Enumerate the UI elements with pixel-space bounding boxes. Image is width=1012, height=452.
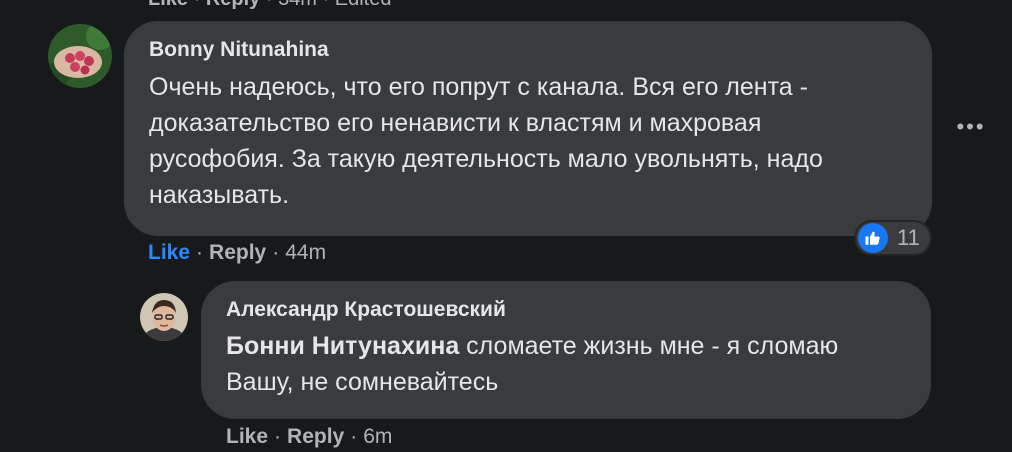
comment-thread: Like · Reply · 34m · Edited Bonny Nituna…: [0, 0, 1012, 452]
thumbs-up-icon: [858, 223, 888, 253]
reaction-count: 11: [897, 225, 920, 250]
edited-label: Edited: [335, 0, 392, 10]
previous-timestamp[interactable]: 34m: [278, 0, 317, 10]
avatar[interactable]: [48, 24, 112, 88]
avatar-image: [48, 24, 112, 88]
comment-actions: Like · Reply · 6m: [226, 425, 393, 448]
previous-comment-actions: Like · Reply · 34m · Edited: [148, 0, 391, 11]
more-options-icon[interactable]: •••: [954, 114, 988, 140]
comment-timestamp[interactable]: 44m: [285, 241, 326, 264]
reply-link[interactable]: Reply: [209, 241, 266, 264]
like-link[interactable]: Like: [148, 241, 190, 264]
reactions-summary[interactable]: 11: [854, 220, 932, 256]
comment-bubble: Александр Крастошевский Бонни Нитунахина…: [201, 281, 931, 419]
comment-timestamp[interactable]: 6m: [363, 425, 392, 448]
avatar[interactable]: [140, 293, 188, 341]
comment-actions: Like · Reply · 44m: [148, 241, 327, 264]
comment-text: Очень надеюсь, что его попрут с канала. …: [149, 73, 823, 209]
mention-link[interactable]: Бонни Нитунахина: [226, 332, 459, 360]
reply-link[interactable]: Reply: [287, 425, 344, 448]
previous-like-link[interactable]: Like: [148, 0, 188, 10]
comment-bubble: Bonny Nitunahina Очень надеюсь, что его …: [124, 21, 932, 236]
like-link[interactable]: Like: [226, 425, 268, 448]
comment-text: Бонни Нитунахина сломаете жизнь мне - я …: [226, 328, 911, 400]
comment-author[interactable]: Александр Крастошевский: [226, 297, 911, 323]
comment-author[interactable]: Bonny Nitunahina: [149, 37, 912, 63]
avatar-image: [140, 293, 188, 341]
previous-reply-link[interactable]: Reply: [206, 0, 260, 10]
